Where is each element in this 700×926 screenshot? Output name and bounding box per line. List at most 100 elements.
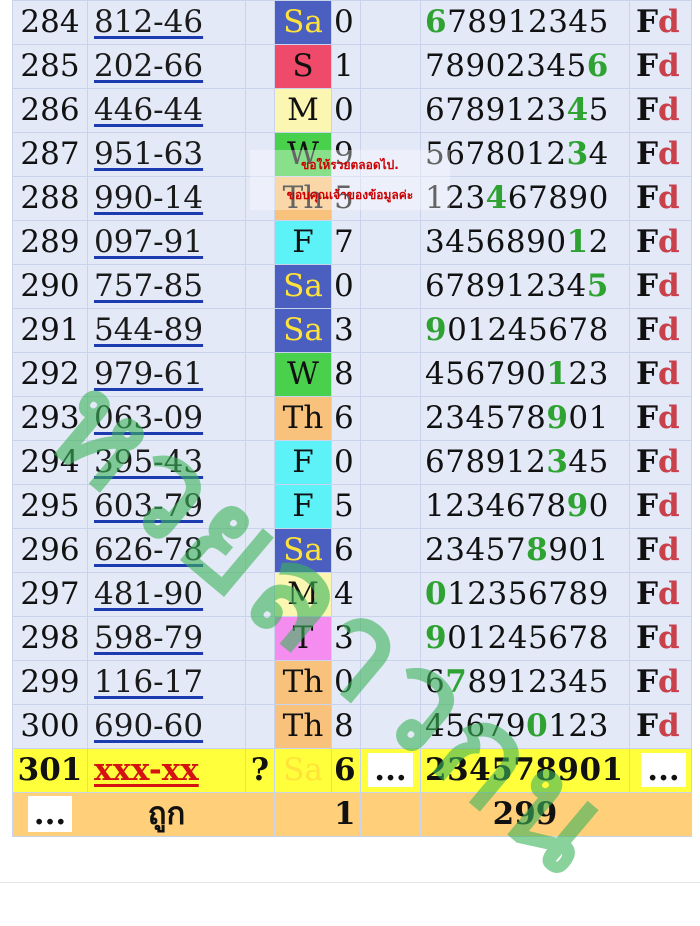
row-sequence-highlight: 4 <box>566 92 589 128</box>
table-row: 286 446-44 M 0 678912345 Fd <box>12 88 692 133</box>
row-sequence: 234578901 <box>420 528 630 573</box>
row-number-link[interactable]: 481-90 <box>94 576 203 612</box>
row-day-badge: Sa <box>274 264 332 309</box>
row-sequence-highlight: 3 <box>566 136 589 172</box>
row-day-badge: T <box>274 616 332 661</box>
row-sequence: 901245678 <box>420 308 630 353</box>
current-row: 301 xxx-xx ? Sa 6 ... 234578901 ... <box>12 748 692 793</box>
table-row: 287 951-63 W 9 567801234 Fd <box>12 132 692 177</box>
row-sequence: 789023456 <box>420 44 630 89</box>
current-day-badge: Sa <box>274 748 332 793</box>
row-fd-label: Fd <box>629 220 692 265</box>
row-index: 290 <box>12 264 88 309</box>
row-number-link[interactable]: 202-66 <box>94 48 203 84</box>
table-row: 298 598-79 T 3 901245678 Fd <box>12 616 692 661</box>
row-number-link[interactable]: 990-14 <box>94 180 203 216</box>
row-number-link[interactable]: 603-79 <box>94 488 203 524</box>
row-number-link[interactable]: 951-63 <box>94 136 203 172</box>
row-sequence-highlight: 9 <box>546 400 569 436</box>
table-row: 297 481-90 M 4 012356789 Fd <box>12 572 692 617</box>
current-index: 301 <box>12 748 88 793</box>
row-number-link[interactable]: 097-91 <box>94 224 203 260</box>
row-fd-label: Fd <box>629 704 692 749</box>
row-digit: 3 <box>331 308 361 353</box>
row-sequence: 123467890 <box>420 176 630 221</box>
summary-row: ... ถูก 1 299 <box>12 792 692 837</box>
row-day-badge: M <box>274 88 332 133</box>
row-fd-label: Fd <box>629 0 692 45</box>
table-row: 289 097-91 F 7 345689012 Fd <box>12 220 692 265</box>
summary-ellipsis: ... <box>27 796 73 832</box>
row-index: 299 <box>12 660 88 705</box>
current-sequence: 234578901 <box>420 748 630 793</box>
row-number-link[interactable]: 598-79 <box>94 620 203 656</box>
row-index: 297 <box>12 572 88 617</box>
row-index: 294 <box>12 440 88 485</box>
results-body: 284 812-46 Sa 0 678912345 Fd 285 202-66 S 1 789023… <box>12 0 692 837</box>
row-digit: 0 <box>331 88 361 133</box>
row-index: 287 <box>12 132 88 177</box>
table-row: 284 812-46 Sa 0 678912345 Fd <box>12 0 692 45</box>
summary-count: 1 <box>331 792 361 837</box>
row-number-link[interactable]: 690-60 <box>94 708 203 744</box>
row-index: 289 <box>12 220 88 265</box>
row-sequence: 678912345 <box>420 660 630 705</box>
row-day-badge: W <box>274 132 332 177</box>
row-index: 298 <box>12 616 88 661</box>
row-fd-label: Fd <box>629 264 692 309</box>
row-index: 300 <box>12 704 88 749</box>
row-index: 296 <box>12 528 88 573</box>
row-number-link[interactable]: 395-43 <box>94 444 203 480</box>
current-gap-ellipsis: ... <box>368 753 413 787</box>
row-sequence: 567801234 <box>420 132 630 177</box>
row-digit: 0 <box>331 264 361 309</box>
row-sequence-highlight: 0 <box>425 576 448 612</box>
table-row: 288 990-14 Th 5 123467890 Fd <box>12 176 692 221</box>
row-index: 285 <box>12 44 88 89</box>
row-number-link[interactable]: 116-17 <box>94 664 203 700</box>
row-sequence: 678912345 <box>420 440 630 485</box>
row-fd-label: Fd <box>629 132 692 177</box>
row-sequence-highlight: 5 <box>586 268 609 304</box>
row-digit: 0 <box>331 440 361 485</box>
row-index: 286 <box>12 88 88 133</box>
table-row: 299 116-17 Th 0 678912345 Fd <box>12 660 692 705</box>
row-sequence-highlight: 6 <box>586 48 609 84</box>
row-sequence-highlight: 7 <box>445 664 468 700</box>
row-fd-label: Fd <box>629 484 692 529</box>
row-index: 284 <box>12 0 88 45</box>
current-fd-ellipsis: ... <box>641 753 686 787</box>
row-day-badge: Th <box>274 176 332 221</box>
row-fd-label: Fd <box>629 176 692 221</box>
row-number-link[interactable]: 063-09 <box>94 400 203 436</box>
row-digit: 6 <box>331 396 361 441</box>
row-sequence: 012356789 <box>420 572 630 617</box>
row-number-link[interactable]: 626-78 <box>94 532 203 568</box>
row-sequence-highlight: 9 <box>425 312 448 348</box>
row-number-link[interactable]: 979-61 <box>94 356 203 392</box>
row-number-link[interactable]: 812-46 <box>94 4 203 40</box>
row-sequence: 678912345 <box>420 88 630 133</box>
row-fd-label: Fd <box>629 572 692 617</box>
row-sequence-highlight: 1 <box>546 356 569 392</box>
row-number-link[interactable]: 446-44 <box>94 92 203 128</box>
row-digit: 8 <box>331 352 361 397</box>
row-day-badge: Sa <box>274 308 332 353</box>
summary-label: ถูก <box>87 792 246 837</box>
row-fd-label: Fd <box>629 44 692 89</box>
row-sequence-highlight: 3 <box>546 444 569 480</box>
row-number-link[interactable]: 544-89 <box>94 312 203 348</box>
row-day-badge: Th <box>274 660 332 705</box>
row-index: 293 <box>12 396 88 441</box>
row-sequence-highlight: 9 <box>566 488 589 524</box>
table-row: 285 202-66 S 1 789023456 Fd <box>12 44 692 89</box>
row-fd-label: Fd <box>629 308 692 353</box>
current-number-link[interactable]: xxx-xx <box>94 752 199 788</box>
row-sequence: 456790123 <box>420 352 630 397</box>
row-number-link[interactable]: 757-85 <box>94 268 203 304</box>
table-row: 296 626-78 Sa 6 234578901 Fd <box>12 528 692 573</box>
row-day-badge: Th <box>274 396 332 441</box>
row-digit: 0 <box>331 0 361 45</box>
row-day-badge: Sa <box>274 0 332 45</box>
row-day-badge: Th <box>274 704 332 749</box>
